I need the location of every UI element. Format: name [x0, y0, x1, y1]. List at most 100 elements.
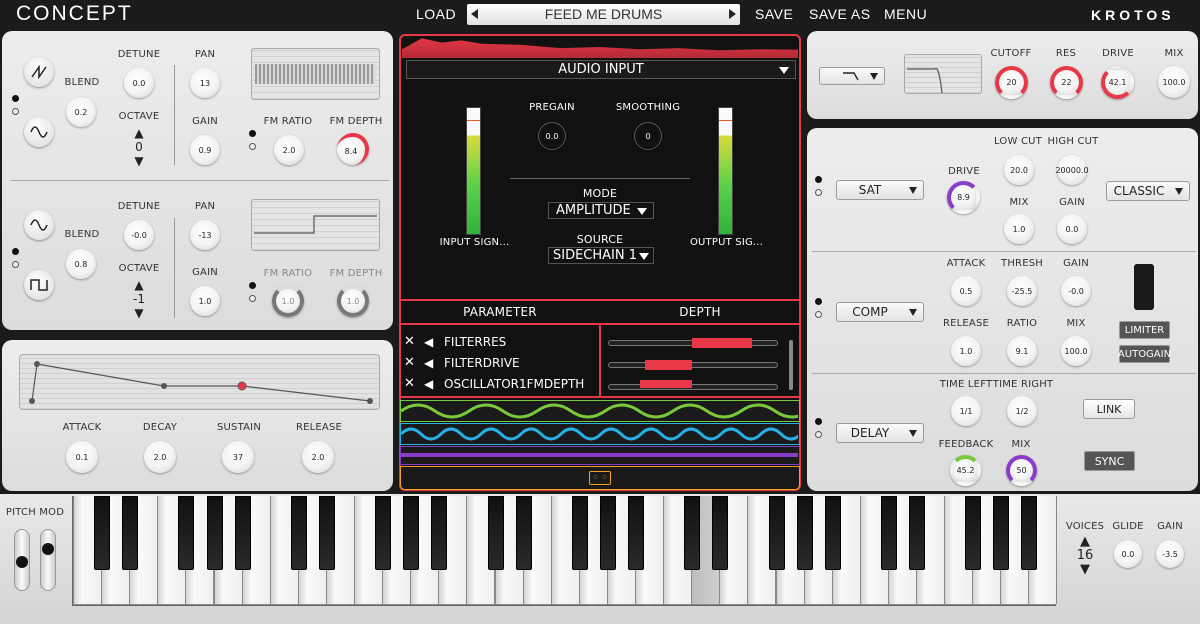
osc1-blend-knob[interactable]: 0.2 — [66, 97, 96, 127]
osc1-fm-toggle[interactable] — [249, 130, 257, 150]
remove-icon[interactable]: ✕ — [404, 377, 418, 391]
env-sustain-knob[interactable]: 37 — [222, 441, 254, 473]
black-key[interactable] — [993, 496, 1010, 570]
sync-button[interactable]: SYNC — [1084, 451, 1135, 471]
black-key[interactable] — [599, 496, 616, 570]
black-key[interactable] — [796, 496, 813, 570]
sat-mix-knob[interactable]: 1.0 — [1004, 214, 1034, 244]
pregain-knob[interactable]: 0.0 — [538, 122, 566, 150]
osc2-octave-stepper[interactable]: ▲ -1 ▼ — [129, 278, 149, 320]
comp-attack-knob[interactable]: 0.5 — [951, 276, 981, 306]
sat-mode-dropdown[interactable]: CLASSIC — [1106, 181, 1190, 201]
preset-next-icon[interactable] — [729, 9, 736, 19]
cutoff-knob[interactable]: 20 — [995, 66, 1028, 99]
black-key[interactable] — [628, 496, 644, 570]
random-lane[interactable]: ⁘ ⁘ — [400, 466, 800, 490]
black-key[interactable] — [880, 496, 897, 570]
black-key[interactable] — [403, 496, 420, 570]
black-key[interactable] — [178, 496, 195, 570]
menu-button[interactable]: MENU — [884, 6, 927, 22]
smoothing-knob[interactable]: 0 — [634, 122, 662, 150]
lowcut-knob[interactable]: 20.0 — [1004, 155, 1034, 185]
env-decay-knob[interactable]: 2.0 — [144, 441, 176, 473]
black-key[interactable] — [375, 496, 392, 570]
comp-toggle[interactable] — [815, 298, 823, 318]
master-gain-knob[interactable]: -3.5 — [1156, 540, 1184, 568]
black-key[interactable] — [318, 496, 335, 570]
depth-slider[interactable] — [608, 384, 778, 390]
time-right-knob[interactable]: 1/2 — [1007, 396, 1037, 426]
osc1-gain-knob[interactable]: 0.9 — [190, 135, 220, 165]
lfo-lane-green[interactable] — [400, 400, 810, 422]
speaker-icon[interactable]: ◀ — [424, 335, 438, 349]
black-key[interactable] — [824, 496, 841, 570]
depth-slider[interactable] — [608, 362, 778, 368]
audio-input-dropdown[interactable]: AUDIO INPUT — [406, 60, 796, 79]
comp-gain-knob[interactable]: -0.0 — [1061, 276, 1091, 306]
comp-type-dropdown[interactable]: COMP — [836, 302, 924, 322]
sine-wave-button-2[interactable] — [24, 210, 54, 240]
osc2-detune-knob[interactable]: -0.0 — [124, 220, 154, 250]
thresh-knob[interactable]: -25.5 — [1007, 276, 1037, 306]
scrollbar[interactable] — [789, 340, 793, 390]
speaker-icon[interactable]: ◀ — [424, 377, 438, 391]
time-left-knob[interactable]: 1/1 — [951, 396, 981, 426]
black-key[interactable] — [515, 496, 532, 570]
osc2-fm-ratio-knob[interactable]: 1.0 — [272, 285, 304, 317]
feedback-knob[interactable]: 45.2 — [950, 455, 981, 486]
black-key[interactable] — [684, 496, 701, 570]
filter-type-dropdown[interactable] — [819, 67, 885, 85]
black-key[interactable] — [290, 496, 307, 570]
osc1-fm-depth-knob[interactable]: 8.4 — [337, 133, 369, 165]
black-key[interactable] — [712, 496, 729, 570]
black-key[interactable] — [431, 496, 448, 570]
env-release-knob[interactable]: 2.0 — [302, 441, 334, 473]
delay-type-dropdown[interactable]: DELAY — [836, 423, 924, 443]
osc2-gain-knob[interactable]: 1.0 — [190, 286, 220, 316]
filter-curve-display[interactable] — [904, 54, 982, 94]
speaker-icon[interactable]: ◀ — [424, 356, 438, 370]
autogain-button[interactable]: AUTOGAIN — [1118, 345, 1171, 363]
black-key[interactable] — [94, 496, 111, 570]
black-key[interactable] — [768, 496, 785, 570]
ratio-knob[interactable]: 9.1 — [1007, 336, 1037, 366]
sat-gain-knob[interactable]: 0.0 — [1057, 214, 1087, 244]
osc1-fm-ratio-knob[interactable]: 2.0 — [274, 135, 304, 165]
osc2-fm-toggle[interactable] — [249, 282, 257, 302]
comp-mix-knob[interactable]: 100.0 — [1061, 336, 1091, 366]
voices-stepper[interactable]: ▲ 16 ▼ — [1074, 535, 1096, 577]
link-button[interactable]: LINK — [1083, 399, 1135, 419]
save-as-button[interactable]: SAVE AS — [809, 6, 871, 22]
osc2-blend-knob[interactable]: 0.8 — [66, 249, 96, 279]
sat-drive-knob[interactable]: 8.9 — [947, 181, 980, 214]
comp-release-knob[interactable]: 1.0 — [951, 336, 981, 366]
sat-toggle[interactable] — [815, 176, 823, 196]
glide-knob[interactable]: 0.0 — [1114, 540, 1142, 568]
osc1-pan-knob[interactable]: 13 — [190, 68, 220, 98]
remove-icon[interactable]: ✕ — [404, 356, 418, 370]
black-key[interactable] — [234, 496, 251, 570]
res-knob[interactable]: 22 — [1050, 66, 1083, 99]
save-button[interactable]: SAVE — [755, 6, 793, 22]
black-key[interactable] — [487, 496, 504, 570]
lfo-lane-blue[interactable] — [399, 423, 803, 445]
envelope-graph[interactable] — [19, 354, 380, 410]
source-dropdown[interactable]: SIDECHAIN 1 — [548, 247, 654, 264]
square-wave-button[interactable] — [24, 270, 54, 300]
osc1-octave-stepper[interactable]: ▲ 0 ▼ — [132, 126, 146, 168]
saw-wave-button[interactable] — [24, 57, 54, 87]
mod-row[interactable]: ✕ ◀ OSCILLATOR1FMDEPTH — [404, 374, 594, 394]
osc1-detune-knob[interactable]: 0.0 — [124, 68, 154, 98]
load-button[interactable]: LOAD — [416, 6, 456, 22]
mod-row[interactable]: ✕ ◀ FILTERDRIVE — [404, 353, 594, 373]
mod-row[interactable]: ✕ ◀ FILTERRES — [404, 332, 594, 352]
sine-wave-button[interactable] — [24, 117, 54, 147]
mod-wheel[interactable] — [40, 529, 56, 591]
delay-toggle[interactable] — [815, 418, 823, 438]
black-key[interactable] — [122, 496, 139, 570]
black-key[interactable] — [909, 496, 925, 570]
osc2-fm-depth-knob[interactable]: 1.0 — [337, 285, 369, 317]
filter-mix-knob[interactable]: 100.0 — [1158, 66, 1190, 98]
highcut-knob[interactable]: 20000.0 — [1055, 155, 1089, 185]
black-key[interactable] — [571, 496, 588, 570]
